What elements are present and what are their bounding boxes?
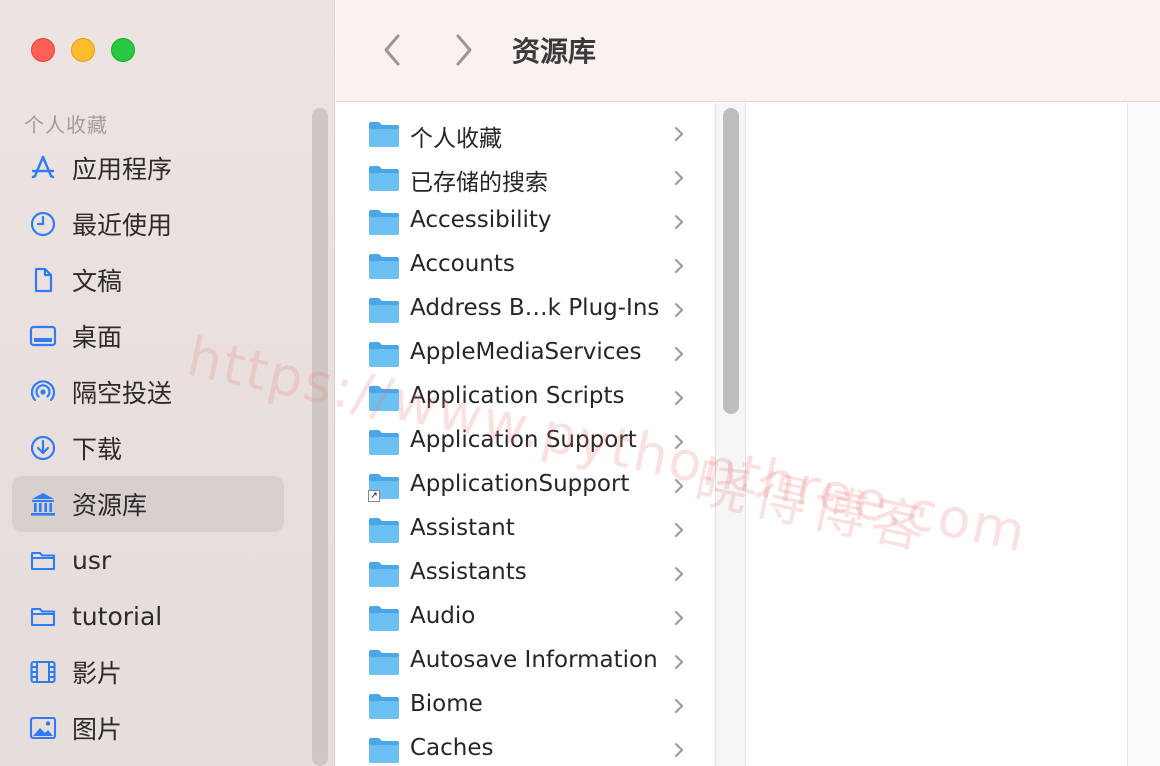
list-item[interactable]: Accounts	[336, 245, 715, 289]
sidebar-item-label: tutorial	[72, 601, 163, 631]
sidebar-item-recents[interactable]: 最近使用	[12, 196, 284, 252]
sidebar-item-movies[interactable]: 影片	[12, 644, 284, 700]
sidebar-item-downloads[interactable]: 下载	[12, 420, 284, 476]
download-icon	[28, 433, 58, 463]
sidebar-item-library[interactable]: 资源库	[12, 476, 284, 532]
sidebar-item-tutorial[interactable]: tutorial	[12, 588, 284, 644]
sidebar-section-title: 个人收藏	[24, 113, 108, 137]
chevron-right-icon	[675, 215, 683, 229]
desktop-icon	[28, 321, 58, 351]
chevron-left-icon	[384, 34, 400, 66]
folder-icon	[369, 650, 399, 675]
folder-icon	[369, 518, 399, 543]
chevron-right-icon	[675, 303, 683, 317]
preview-column	[746, 103, 1128, 766]
sidebar-item-label: 桌面	[72, 323, 123, 352]
sidebar-item-label: 下载	[72, 435, 123, 464]
sidebar-item-label: 影片	[72, 659, 123, 688]
chevron-right-icon	[675, 611, 683, 625]
photo-icon	[28, 713, 58, 743]
list-item[interactable]: 已存储的搜索	[336, 157, 715, 201]
file-name: AppleMediaServices	[410, 339, 642, 365]
list-item[interactable]: Assistants	[336, 553, 715, 597]
sidebar-item-label: 隔空投送	[72, 379, 173, 408]
list-item[interactable]: Address B…k Plug-Ins	[336, 289, 715, 333]
list-item[interactable]: Assistant	[336, 509, 715, 553]
sidebar-item-label: 最近使用	[72, 211, 173, 240]
sidebar-item-label: 文稿	[72, 267, 123, 296]
sidebar-item-applications[interactable]: 应用程序	[12, 140, 284, 196]
toolbar: 资源库	[336, 0, 1160, 102]
back-button[interactable]	[374, 30, 410, 70]
film-icon	[28, 657, 58, 687]
file-name: Accessibility	[410, 207, 552, 233]
folder-icon	[28, 545, 58, 575]
list-item[interactable]: Accessibility	[336, 201, 715, 245]
chevron-right-icon	[675, 259, 683, 273]
list-item[interactable]: 个人收藏	[336, 113, 715, 157]
folder-icon	[369, 694, 399, 719]
sidebar-item-label: 图片	[72, 715, 123, 744]
file-name: Address B…k Plug-Ins	[410, 295, 660, 321]
file-name: Caches	[410, 735, 494, 761]
zoom-window-button[interactable]	[111, 38, 135, 62]
list-item[interactable]: Caches	[336, 729, 715, 766]
folder-icon	[369, 166, 399, 191]
document-icon	[28, 265, 58, 295]
folder-icon	[369, 254, 399, 279]
sidebar-scrollbar[interactable]	[312, 108, 328, 766]
chevron-right-icon	[675, 743, 683, 757]
folder-icon	[369, 606, 399, 631]
folder-icon	[369, 122, 399, 147]
minimize-window-button[interactable]	[71, 38, 95, 62]
sidebar-item-pictures[interactable]: 图片	[12, 700, 284, 756]
list-item[interactable]: Autosave Information	[336, 641, 715, 685]
file-name: Autosave Information	[410, 647, 658, 673]
file-name: Audio	[410, 603, 476, 629]
sidebar-item-label: usr	[72, 545, 112, 575]
sidebar-item-documents[interactable]: 文稿	[12, 252, 284, 308]
sidebar-item-label: 资源库	[72, 491, 148, 520]
alias-arrow-icon: ↗	[368, 490, 380, 502]
airdrop-icon	[28, 377, 58, 407]
file-name: Biome	[410, 691, 483, 717]
chevron-right-icon	[675, 655, 683, 669]
file-name: Assistant	[410, 515, 515, 541]
sidebar-item-label: 应用程序	[72, 155, 173, 184]
file-name: 个人收藏	[410, 126, 502, 152]
apps-icon	[28, 153, 58, 183]
folder-icon	[28, 601, 58, 631]
sidebar-item-usr[interactable]: usr	[12, 532, 284, 588]
chevron-right-icon	[456, 34, 472, 66]
file-name: Accounts	[410, 251, 515, 277]
file-name: Assistants	[410, 559, 527, 585]
file-name: 已存储的搜索	[410, 170, 548, 196]
forward-button[interactable]	[446, 30, 482, 70]
folder-icon	[369, 738, 399, 763]
chevron-right-icon	[675, 127, 683, 141]
chevron-right-icon	[675, 347, 683, 361]
list-item[interactable]: Biome	[336, 685, 715, 729]
folder-icon	[369, 298, 399, 323]
close-window-button[interactable]	[31, 38, 55, 62]
chevron-right-icon	[675, 171, 683, 185]
list-item[interactable]: Audio	[336, 597, 715, 641]
clock-icon	[28, 209, 58, 239]
chevron-right-icon	[675, 699, 683, 713]
column-scrollbar-thumb[interactable]	[723, 108, 739, 414]
chevron-right-icon	[675, 391, 683, 405]
folder-icon	[369, 430, 399, 455]
extra-column	[1128, 103, 1160, 766]
window-title: 资源库	[512, 35, 597, 68]
library-icon	[28, 489, 58, 519]
chevron-right-icon	[675, 567, 683, 581]
window-controls	[31, 38, 135, 62]
sidebar-list: 应用程序 最近使用 文稿 桌面 隔空投送 下载 资源库 usr tutorial…	[12, 140, 284, 756]
folder-icon	[369, 562, 399, 587]
folder-icon	[369, 210, 399, 235]
chevron-right-icon	[675, 523, 683, 537]
